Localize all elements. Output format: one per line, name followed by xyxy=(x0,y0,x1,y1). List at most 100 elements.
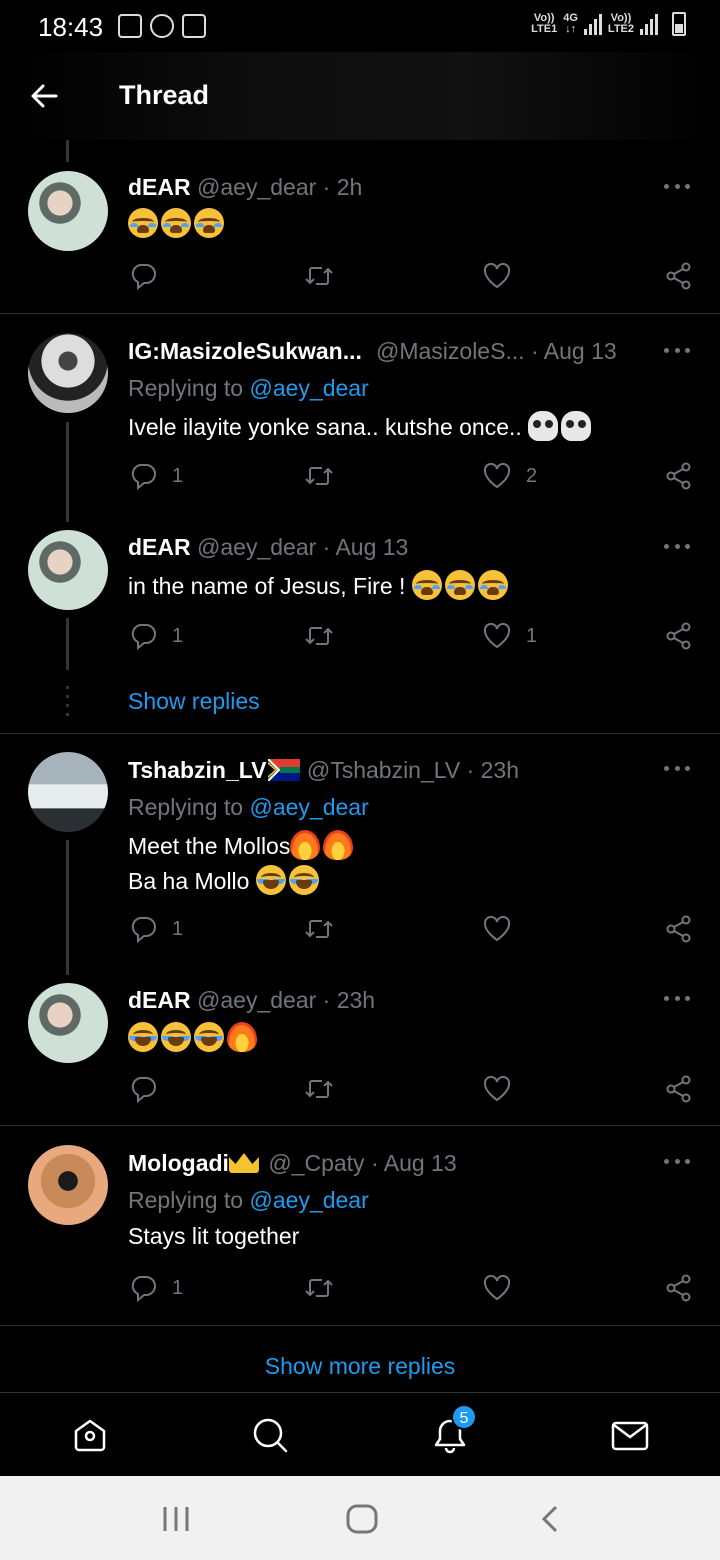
show-more-replies-link[interactable]: Show more replies xyxy=(0,1353,720,1380)
share-button[interactable] xyxy=(664,260,694,292)
avatar[interactable] xyxy=(28,983,108,1063)
more-icon[interactable] xyxy=(664,1159,690,1167)
avatar[interactable] xyxy=(28,752,108,832)
thread-line xyxy=(66,422,69,522)
author-name[interactable]: dEAR xyxy=(128,987,191,1013)
like-count: 1 xyxy=(526,624,538,647)
retweet-icon xyxy=(305,1080,333,1098)
author-name[interactable]: Tshabzin_LV xyxy=(128,757,266,783)
tweet-actions: 1 1 xyxy=(128,620,694,652)
share-button[interactable] xyxy=(664,913,694,945)
author-handle[interactable]: @_Cpaty xyxy=(268,1150,364,1176)
mention-link[interactable]: @aey_dear xyxy=(249,1187,368,1213)
search-icon[interactable] xyxy=(250,1415,290,1455)
back-button-icon[interactable] xyxy=(538,1504,562,1534)
like-button[interactable]: 1 xyxy=(482,620,537,652)
reply-icon xyxy=(131,1077,156,1104)
more-icon[interactable] xyxy=(664,766,690,774)
show-replies-link[interactable]: Show replies xyxy=(128,688,260,715)
tweet-text: Stays lit together xyxy=(128,1223,300,1249)
skull-emoji-icon xyxy=(561,411,592,441)
retweet-icon xyxy=(305,1279,333,1297)
author-handle[interactable]: @MasizoleS... xyxy=(376,338,525,364)
tweet-text xyxy=(128,1022,260,1052)
more-icon[interactable] xyxy=(664,996,690,1004)
tweet-text-line-2: Ba ha Mollo xyxy=(128,865,322,895)
fire-emoji-icon xyxy=(290,830,321,860)
avatar[interactable] xyxy=(28,333,108,413)
like-button[interactable] xyxy=(482,913,512,945)
author-name[interactable]: dEAR xyxy=(128,534,191,560)
divider xyxy=(0,733,720,734)
tweet-time: · Aug 13 xyxy=(531,338,617,364)
tweet-time: · Aug 13 xyxy=(370,1150,457,1176)
network-type: 4G ↓↑ xyxy=(563,12,578,35)
reply-button[interactable]: 1 xyxy=(128,913,183,945)
divider xyxy=(0,313,720,314)
reply-count: 1 xyxy=(172,624,184,647)
reply-icon xyxy=(131,624,156,651)
joy-emoji-icon xyxy=(288,865,319,895)
retweet-button[interactable] xyxy=(304,1073,334,1105)
like-icon xyxy=(483,622,511,649)
author-handle[interactable]: @aey_dear xyxy=(197,987,316,1013)
reply-button[interactable]: 1 xyxy=(128,1272,183,1304)
app-notification-icon xyxy=(150,14,174,38)
share-button[interactable] xyxy=(664,460,694,492)
author-handle[interactable]: @aey_dear xyxy=(197,534,316,560)
share-icon xyxy=(666,1274,691,1302)
reply-button[interactable]: 1 xyxy=(128,620,183,652)
reply-button[interactable]: 1 xyxy=(128,460,183,492)
mention-link[interactable]: @aey_dear xyxy=(249,375,368,401)
like-button[interactable]: 2 xyxy=(482,460,537,492)
share-button[interactable] xyxy=(664,1073,694,1105)
share-button[interactable] xyxy=(664,620,694,652)
like-icon xyxy=(483,1075,511,1102)
reply-button[interactable] xyxy=(128,1073,158,1105)
avatar[interactable] xyxy=(28,171,108,251)
page-title: Thread xyxy=(119,80,210,110)
author-handle[interactable]: @Tshabzin_LV xyxy=(307,757,460,783)
more-icon[interactable] xyxy=(664,348,690,356)
crown-emoji-icon xyxy=(228,1153,259,1173)
reply-icon xyxy=(131,264,156,291)
reply-icon xyxy=(131,917,156,944)
tweet-actions xyxy=(128,260,694,292)
signal-2-icon xyxy=(640,13,658,35)
author-name[interactable]: Mologadi xyxy=(128,1150,229,1176)
like-count: 2 xyxy=(526,464,538,487)
reply-count: 1 xyxy=(172,1276,184,1299)
like-button[interactable] xyxy=(482,1272,512,1304)
mention-link[interactable]: @aey_dear xyxy=(249,794,368,820)
back-arrow-icon[interactable] xyxy=(28,80,60,112)
author-name[interactable]: IG:MasizoleSukwan... xyxy=(128,338,362,364)
tweet-text: in the name of Jesus, Fire ! xyxy=(128,570,511,600)
retweet-button[interactable] xyxy=(304,620,334,652)
mail-icon[interactable] xyxy=(610,1415,650,1455)
avatar[interactable] xyxy=(28,1145,108,1225)
reply-button[interactable] xyxy=(128,260,158,292)
retweet-button[interactable] xyxy=(304,1272,334,1304)
avatar[interactable] xyxy=(28,530,108,610)
retweet-button[interactable] xyxy=(304,460,334,492)
retweet-button[interactable] xyxy=(304,260,334,292)
author-name[interactable]: dEAR xyxy=(128,174,191,200)
like-button[interactable] xyxy=(482,260,512,292)
more-icon[interactable] xyxy=(664,544,690,552)
skull-emoji-icon xyxy=(528,411,559,441)
home-icon[interactable] xyxy=(70,1415,110,1455)
notification-icons xyxy=(118,14,206,38)
more-icon[interactable] xyxy=(664,184,690,192)
retweet-icon xyxy=(305,627,333,645)
like-button[interactable] xyxy=(482,1073,512,1105)
recent-apps-icon[interactable] xyxy=(160,1504,192,1534)
home-button-icon[interactable] xyxy=(345,1504,379,1534)
author-handle[interactable]: @aey_dear xyxy=(197,174,316,200)
reply-count: 1 xyxy=(172,917,184,940)
share-button[interactable] xyxy=(664,1272,694,1304)
retweet-button[interactable] xyxy=(304,913,334,945)
like-icon xyxy=(483,915,511,942)
sim2-label: Vo)) LTE2 xyxy=(607,12,634,35)
south-africa-flag-icon xyxy=(268,759,301,781)
like-icon xyxy=(483,262,511,289)
